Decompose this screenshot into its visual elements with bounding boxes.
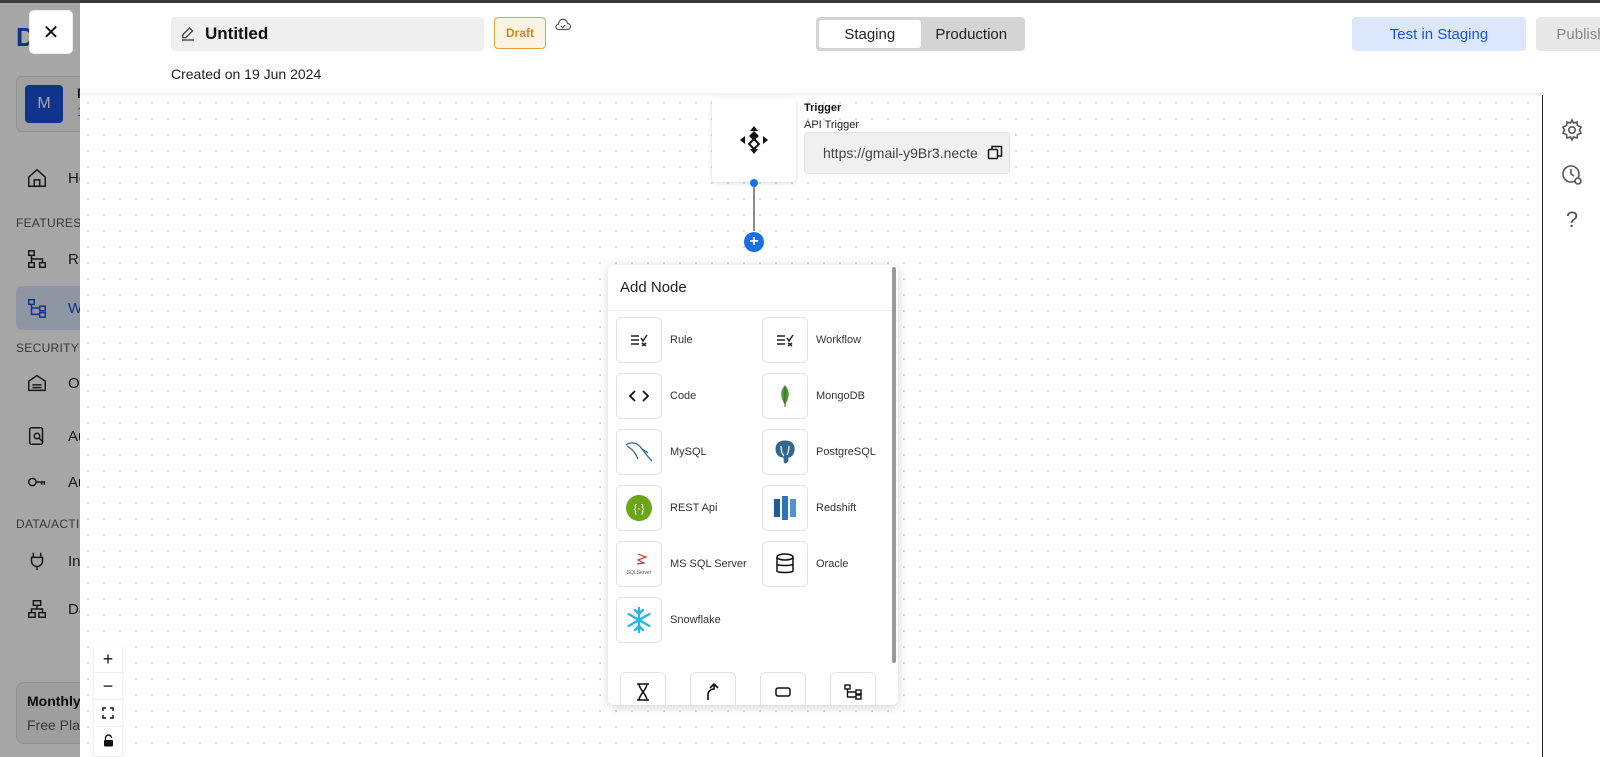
- top-border: [0, 0, 1600, 3]
- node-option-delay[interactable]: [620, 672, 666, 705]
- node-option-postgresql[interactable]: PostgreSQL: [762, 429, 876, 475]
- mongodb-icon: [781, 385, 789, 407]
- rule-icon: [631, 334, 648, 347]
- node-option-label: MySQL: [670, 446, 707, 458]
- zoom-controls: + −: [94, 646, 122, 756]
- help-icon[interactable]: ?: [1559, 207, 1585, 233]
- code-icon: [629, 390, 649, 402]
- status-badge: Draft: [494, 17, 546, 49]
- rest-api-icon: {·}: [626, 495, 652, 521]
- node-option-workflow[interactable]: Workflow: [762, 317, 861, 363]
- hourglass-icon: [637, 683, 649, 701]
- node-option-label: Rule: [670, 334, 693, 346]
- zoom-in-button[interactable]: +: [94, 646, 122, 673]
- node-option-rest-api[interactable]: {·} REST Api: [616, 485, 718, 531]
- right-toolbar: ?: [1542, 95, 1600, 757]
- tab-staging[interactable]: Staging: [819, 20, 921, 48]
- workflow-icon: [777, 334, 794, 347]
- close-icon: ✕: [42, 21, 60, 44]
- zoom-out-button[interactable]: −: [94, 673, 122, 700]
- scrollbar[interactable]: [892, 267, 896, 663]
- tab-production[interactable]: Production: [921, 20, 1023, 48]
- fit-view-icon: [102, 707, 114, 719]
- node-option-label: Redshift: [816, 502, 857, 514]
- postgresql-icon: [774, 439, 796, 465]
- node-option-mysql[interactable]: MySQL: [616, 429, 707, 475]
- lock-button[interactable]: [94, 727, 122, 754]
- node-option-label: REST Api: [670, 502, 718, 514]
- return-arrow-icon: [707, 683, 719, 700]
- publish-button[interactable]: Publish: [1536, 17, 1600, 51]
- node-option-label: Oracle: [816, 558, 849, 570]
- edit-icon: [182, 27, 194, 41]
- settings-icon[interactable]: [1559, 117, 1585, 143]
- node-option-label: Workflow: [816, 334, 862, 346]
- copy-icon[interactable]: [987, 145, 1003, 161]
- node-option-label: MS SQL Server: [670, 558, 747, 570]
- header-divider: [80, 93, 1542, 97]
- connector-handle[interactable]: [750, 179, 758, 187]
- database-icon: [776, 553, 794, 574]
- node-option-oracle[interactable]: Oracle: [762, 541, 848, 587]
- workflow-editor-panel: Untitled Draft Created on 19 Jun 2024 St…: [80, 3, 1600, 757]
- mssql-icon: SQLServer: [627, 553, 652, 576]
- api-trigger-icon: [740, 126, 768, 154]
- trigger-url: https://gmail-y9Br3.necte: [823, 145, 978, 161]
- plus-icon: +: [749, 233, 759, 250]
- node-option-label: Snowflake: [670, 614, 721, 626]
- history-settings-icon[interactable]: [1559, 162, 1585, 188]
- mysql-icon: [625, 442, 653, 462]
- lock-icon: [103, 734, 113, 747]
- created-date: Created on 19 Jun 2024: [171, 66, 322, 82]
- node-option-variable[interactable]: [760, 672, 806, 705]
- node-option-rule[interactable]: Rule: [616, 317, 693, 363]
- flow-tree-icon: [844, 684, 862, 700]
- trigger-url-field[interactable]: https://gmail-y9Br3.necte: [804, 132, 1010, 174]
- snowflake-icon: [627, 606, 651, 634]
- node-option-label: PostgreSQL: [816, 446, 876, 458]
- rectangle-icon: [775, 687, 791, 697]
- workflow-title-field[interactable]: Untitled: [171, 17, 484, 51]
- add-node-button[interactable]: +: [744, 232, 764, 252]
- node-option-mssql[interactable]: SQLServer MS SQL Server: [616, 541, 747, 587]
- workflow-title: Untitled: [205, 24, 269, 43]
- fit-view-button[interactable]: [94, 700, 122, 727]
- node-option-mongodb[interactable]: MongoDB: [762, 373, 865, 419]
- node-option-response[interactable]: [690, 672, 736, 705]
- node-option-label: MongoDB: [816, 390, 865, 402]
- add-node-title: Add Node: [608, 265, 898, 311]
- trigger-subtitle: API Trigger: [804, 119, 860, 131]
- svg-text:{·}: {·}: [633, 503, 644, 515]
- node-option-label: Code: [670, 390, 697, 402]
- node-option-snowflake[interactable]: Snowflake: [616, 597, 721, 643]
- redshift-icon: [774, 496, 796, 520]
- node-connector: [753, 183, 755, 231]
- close-button[interactable]: ✕: [30, 11, 72, 53]
- trigger-node[interactable]: [712, 98, 796, 182]
- node-option-subflow[interactable]: [830, 672, 876, 705]
- trigger-title: Trigger: [804, 102, 842, 114]
- node-option-redshift[interactable]: Redshift: [762, 485, 856, 531]
- add-node-popup: Add Node Rule Workflow Code MongoDB MySQ…: [608, 265, 898, 705]
- test-in-staging-button[interactable]: Test in Staging: [1352, 17, 1526, 51]
- cloud-icon: [555, 18, 572, 31]
- node-option-code[interactable]: Code: [616, 373, 696, 419]
- environment-toggle: Staging Production: [816, 17, 1025, 51]
- svg-text:SQLServer: SQLServer: [627, 570, 652, 576]
